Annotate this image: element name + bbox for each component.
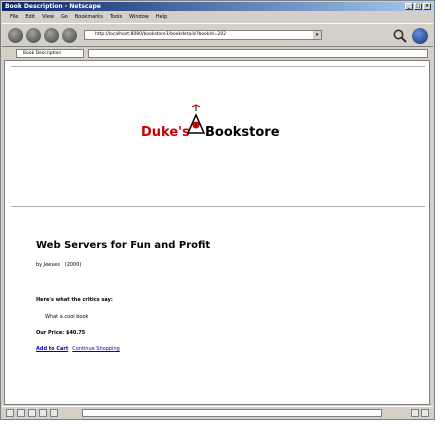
security-lock-icon[interactable] xyxy=(421,409,429,417)
menu-file[interactable]: File xyxy=(10,12,18,22)
divider xyxy=(11,66,425,67)
throbber-icon[interactable] xyxy=(412,28,428,44)
stop-button[interactable] xyxy=(62,28,77,43)
menu-go[interactable]: Go xyxy=(61,12,68,22)
logo-text-bookstore: Bookstore xyxy=(205,125,280,140)
book-author: Jeeves xyxy=(43,262,61,268)
chat-icon[interactable] xyxy=(28,409,36,417)
status-bar xyxy=(2,406,433,419)
book-price: Our Price: $40.75 xyxy=(36,330,85,336)
url-dropdown-icon[interactable]: ▾ xyxy=(313,31,321,39)
online-status-icon[interactable] xyxy=(411,409,419,417)
navigator-icon[interactable] xyxy=(6,409,14,417)
continue-shopping-link[interactable]: Continue Shopping xyxy=(72,346,120,352)
reload-button[interactable] xyxy=(44,28,59,43)
title-bar: Book Description - Netscape _ □ × xyxy=(2,2,433,11)
divider xyxy=(11,206,425,207)
status-indicators xyxy=(411,409,429,417)
address-book-icon[interactable] xyxy=(50,409,58,417)
tab-label: Book Description xyxy=(23,51,62,56)
menu-tools[interactable]: Tools xyxy=(110,12,122,22)
book-byline: by Jeeves (2000) xyxy=(36,262,81,268)
menu-help[interactable]: Help xyxy=(156,12,167,22)
navigation-toolbar: http://localhost:8080/bookstore1/bookdet… xyxy=(2,23,433,47)
mail-icon[interactable] xyxy=(17,409,25,417)
back-button[interactable] xyxy=(8,28,23,43)
minimize-button[interactable]: _ xyxy=(405,3,413,10)
tab-strip-empty xyxy=(88,49,428,58)
bookstore-logo: Duke's Bookstore xyxy=(141,99,291,159)
tab-bar: Book Description xyxy=(2,48,433,59)
logo-text-dukes: Duke's xyxy=(141,125,190,140)
action-links: Add to Cart Continue Shopping xyxy=(36,346,120,352)
by-label: by xyxy=(36,262,43,268)
maximize-button[interactable]: □ xyxy=(414,3,422,10)
add-to-cart-link[interactable]: Add to Cart xyxy=(36,346,68,352)
tab-book-description[interactable]: Book Description xyxy=(16,49,84,58)
window-controls: _ □ × xyxy=(405,3,431,10)
component-bar xyxy=(6,409,58,417)
page-content: Duke's Bookstore Web Servers for Fun and… xyxy=(4,60,430,405)
critics-heading: Here's what the critics say: xyxy=(36,297,113,303)
price-label: Our Price: xyxy=(36,330,65,336)
duke-mascot-icon xyxy=(186,104,206,134)
critic-review: What a cool book xyxy=(45,314,89,320)
menu-bookmarks[interactable]: Bookmarks xyxy=(75,12,103,22)
forward-button[interactable] xyxy=(26,28,41,43)
menu-window[interactable]: Window xyxy=(129,12,149,22)
close-button[interactable]: × xyxy=(423,3,431,10)
menu-bar: File Edit View Go Bookmarks Tools Window… xyxy=(2,12,433,22)
composer-icon[interactable] xyxy=(39,409,47,417)
url-text: http://localhost:8080/bookstore1/bookdet… xyxy=(95,32,227,37)
url-field[interactable]: http://localhost:8080/bookstore1/bookdet… xyxy=(84,30,322,40)
status-text-field xyxy=(82,409,382,417)
window-title: Book Description - Netscape xyxy=(5,3,101,10)
menu-edit[interactable]: Edit xyxy=(25,12,35,22)
price-value: $40.75 xyxy=(65,330,86,336)
browser-window: Book Description - Netscape _ □ × File E… xyxy=(0,0,435,420)
book-year: (2000) xyxy=(64,262,82,268)
book-title: Web Servers for Fun and Profit xyxy=(36,240,211,251)
search-icon[interactable] xyxy=(392,28,408,44)
menu-view[interactable]: View xyxy=(42,12,54,22)
